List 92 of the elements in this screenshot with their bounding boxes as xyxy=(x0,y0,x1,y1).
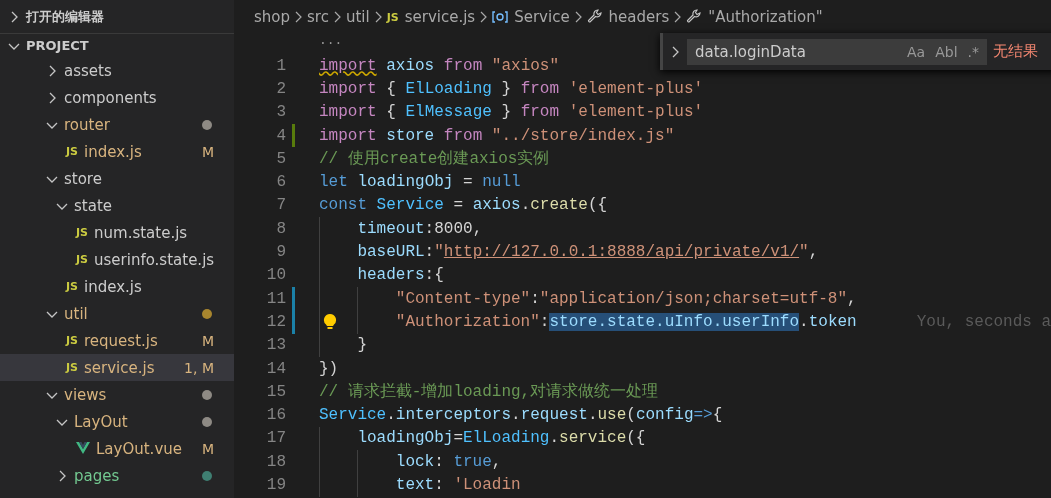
line-number: 5 xyxy=(275,149,286,168)
git-blame-annotation: You, seconds a xyxy=(916,312,1051,331)
line-number: 15 xyxy=(265,382,286,401)
line-number: 16 xyxy=(265,406,286,425)
file-item[interactable]: JS index.js xyxy=(0,273,234,300)
breadcrumb-item[interactable]: "Authorization" xyxy=(686,8,823,26)
line-number: 17 xyxy=(265,429,286,448)
breadcrumb-item[interactable]: headers xyxy=(586,8,670,26)
js-file-icon: JS xyxy=(66,280,78,293)
code-line: lock: true, xyxy=(319,450,502,474)
chevron-right-icon xyxy=(332,11,342,23)
breadcrumb-item[interactable]: Service xyxy=(492,8,570,26)
folder-item[interactable]: LayOut xyxy=(0,408,234,435)
code-line: // 使用create创建axios实例 xyxy=(319,149,550,171)
file-item[interactable]: LayOut.vue M xyxy=(0,435,234,462)
line-number: 2 xyxy=(275,79,286,98)
file-item[interactable]: JS index.js M xyxy=(0,138,234,165)
folder-item[interactable]: util xyxy=(0,300,234,327)
line-number: 7 xyxy=(275,196,286,215)
js-file-icon: JS xyxy=(76,226,88,239)
no-results-text: 无结果 xyxy=(993,42,1038,61)
line-number: 10 xyxy=(265,266,286,285)
file-item[interactable]: JS userinfo.state.js xyxy=(0,246,234,273)
line-number: 1 xyxy=(275,56,286,75)
code-line: }) xyxy=(319,358,339,380)
code-line: "Authorization":store.state.uInfo.userInfo.token xyxy=(319,310,857,334)
chevron-right-icon xyxy=(294,11,304,23)
breadcrumb-item[interactable]: src xyxy=(307,8,329,26)
folder-item[interactable]: views xyxy=(0,381,234,408)
code-line: import { ElLoading } from 'element-plus' xyxy=(319,78,704,100)
wrench-icon xyxy=(586,9,603,25)
code-line: loadingObj=ElLoading.service({ xyxy=(319,426,646,451)
folder-item[interactable]: router xyxy=(0,111,234,138)
wrench-icon xyxy=(686,9,703,25)
js-file-icon: JS xyxy=(66,334,78,347)
folder-item[interactable]: pages xyxy=(0,462,234,489)
code-line: // 请求拦截-增加loading,对请求做统一处理 xyxy=(319,382,659,404)
code-line: import axios from "axios" xyxy=(319,55,560,77)
code-line: "Content-type":"application/json;charset=utf-8", xyxy=(319,286,857,311)
js-file-icon: JS xyxy=(66,145,78,158)
code-line: } xyxy=(319,333,367,357)
search-option-toggle[interactable]: Aa xyxy=(907,43,926,60)
folder-item[interactable]: store xyxy=(0,165,234,192)
file-item[interactable]: JS request.js M xyxy=(0,327,234,354)
git-status-label: M xyxy=(201,332,214,349)
breadcrumb-item[interactable]: util xyxy=(345,8,370,26)
line-number: 4 xyxy=(275,126,286,145)
git-status-label: 1, M xyxy=(184,359,214,376)
code-line: timeout:8000, xyxy=(319,217,483,241)
chevron-right-icon xyxy=(479,11,489,23)
line-number: 3 xyxy=(275,103,286,122)
line-number: 8 xyxy=(275,219,286,238)
chevron-right-icon xyxy=(373,11,383,23)
git-status-label: M xyxy=(201,143,214,160)
js-file-icon: JS xyxy=(386,10,399,24)
chevron-right-icon xyxy=(573,11,583,23)
breadcrumb-item[interactable]: JS service.js xyxy=(386,8,476,26)
line-number: 19 xyxy=(265,476,286,494)
folded-lines-marker[interactable]: ... xyxy=(319,34,343,48)
line-number: 13 xyxy=(265,336,286,355)
code-line: const Service = axios.create({ xyxy=(319,195,608,217)
line-number: 11 xyxy=(265,289,286,308)
line-number: 14 xyxy=(265,359,286,378)
vue-file-icon xyxy=(76,442,90,455)
line-number: 6 xyxy=(275,173,286,192)
line-number: 12 xyxy=(265,312,286,331)
chevron-right-icon xyxy=(671,44,681,59)
js-file-icon: JS xyxy=(76,253,88,266)
chevron-right-icon xyxy=(673,11,683,23)
folder-item[interactable]: assets xyxy=(0,57,234,84)
code-line: text: 'Loadin xyxy=(319,473,521,497)
file-item[interactable]: JS service.js 1, M xyxy=(0,354,234,381)
variable-icon xyxy=(492,9,509,25)
code-line: Service.interceptors.request.use(config=>{ xyxy=(319,405,723,427)
code-line: import { ElMessage } from 'element-plus' xyxy=(319,102,704,124)
breadcrumb-item[interactable]: shop xyxy=(254,8,291,26)
code-line: import store from "../store/index.js" xyxy=(319,125,675,147)
folder-item[interactable]: state xyxy=(0,192,234,219)
code-line: baseURL:"http://127.0.0.1:8888/api/private/v1/", xyxy=(319,240,819,264)
search-option-toggle[interactable]: .* xyxy=(967,43,979,60)
file-item[interactable]: JS num.state.js xyxy=(0,219,234,246)
git-status-label: M xyxy=(201,440,214,457)
search-option-toggle[interactable]: Abl xyxy=(935,43,958,60)
section-title[interactable]: PROJECT xyxy=(26,38,89,53)
js-file-icon: JS xyxy=(66,361,78,374)
section-title[interactable]: 打开的编辑器 xyxy=(26,7,104,26)
line-number: 18 xyxy=(265,452,286,471)
code-line: let loadingObj = null xyxy=(319,172,521,194)
search-field[interactable]: data.loginData Aa Abl .* xyxy=(687,38,987,65)
line-number: 9 xyxy=(275,243,286,261)
folder-item[interactable]: components xyxy=(0,84,234,111)
code-line: headers:{ xyxy=(319,263,444,287)
